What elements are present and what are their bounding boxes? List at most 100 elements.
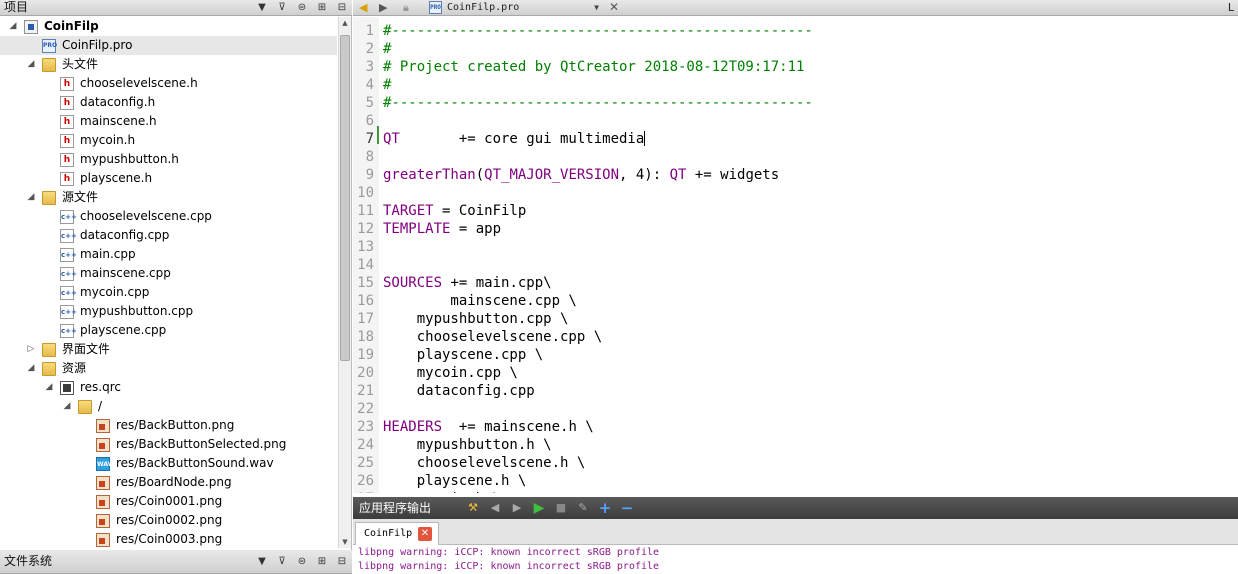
- tree-item[interactable]: c++ dataconfig.cpp: [0, 226, 337, 245]
- tree-item[interactable]: ◢ /: [0, 397, 337, 416]
- collapse-arrow-icon[interactable]: ◢: [8, 17, 18, 36]
- pro-file-icon: PRO: [429, 1, 442, 14]
- tree-item-label: 资源: [62, 361, 87, 375]
- tree-item[interactable]: ◢ 头文件: [0, 55, 337, 74]
- output-pane-header: 应用程序输出 ⚒ ◀ ▶ ▶ ■ ✎ + −: [353, 497, 1238, 519]
- close-panel-icon[interactable]: ⊟: [334, 1, 350, 14]
- code-keyword: HEADERS: [383, 419, 443, 435]
- tree-item[interactable]: c++ playscene.cpp: [0, 321, 337, 340]
- close-panel-icon[interactable]: ⊟: [334, 555, 350, 568]
- tree-item[interactable]: h playscene.h: [0, 169, 337, 188]
- collapse-arrow-icon[interactable]: ◢: [26, 55, 36, 74]
- tree-item[interactable]: h mypushbutton.h: [0, 150, 337, 169]
- scroll-up-icon[interactable]: ▲: [339, 17, 351, 29]
- collapse-arrow-icon[interactable]: ◢: [44, 378, 54, 397]
- close-document-icon[interactable]: ✕: [609, 0, 619, 15]
- tree-item-label: 头文件: [62, 57, 99, 71]
- tree-scrollbar[interactable]: ▲ ▼: [338, 17, 351, 548]
- cpp-file-icon: c++: [60, 305, 77, 319]
- png-file-icon: [96, 438, 110, 452]
- output-line: libpng warning: iCCP: known incorrect sR…: [358, 561, 660, 572]
- code-line: chooselevelscene.cpp \: [381, 328, 1238, 346]
- tree-item[interactable]: c++ mycoin.cpp: [0, 283, 337, 302]
- code-line: #: [381, 40, 1238, 58]
- tree-item[interactable]: PRO CoinFilp.pro: [0, 36, 337, 55]
- panel-dropdown-icon[interactable]: ▼: [254, 1, 270, 14]
- tree-item[interactable]: h chooselevelscene.h: [0, 74, 337, 93]
- code-text: += main.cpp\: [442, 275, 552, 291]
- tree-item[interactable]: ◢ 源文件: [0, 188, 337, 207]
- filter-icon[interactable]: ⊽: [274, 1, 290, 14]
- expand-arrow-icon[interactable]: ▷: [26, 340, 36, 359]
- split-icon[interactable]: ⊞: [314, 555, 330, 568]
- zoom-in-icon[interactable]: +: [597, 500, 613, 516]
- tree-item[interactable]: res/BackButtonSelected.png: [0, 435, 337, 454]
- previous-item-icon[interactable]: ◀: [487, 500, 503, 516]
- collapse-arrow-icon[interactable]: ◢: [26, 359, 36, 378]
- lock-icon[interactable]: 🔒︎: [403, 0, 409, 15]
- tree-item-label: CoinFilp.pro: [62, 38, 133, 52]
- tree-item[interactable]: res/BoardNode.png: [0, 473, 337, 492]
- code-text: chooselevelscene.h \: [383, 455, 586, 471]
- tree-item[interactable]: res/Coin0003.png: [0, 530, 337, 548]
- line-number: 16: [357, 293, 374, 309]
- back-arrow-icon[interactable]: ◀: [359, 0, 367, 15]
- scrollbar-thumb[interactable]: [340, 35, 350, 361]
- tree-item[interactable]: c++ chooselevelscene.cpp: [0, 207, 337, 226]
- link-icon[interactable]: ⊜: [294, 555, 310, 568]
- clear-output-icon[interactable]: ✎: [575, 500, 591, 516]
- tree-item-label: chooselevelscene.cpp: [80, 209, 212, 223]
- code-line: # Project created by QtCreator 2018-08-1…: [381, 58, 1238, 76]
- tree-item-label: 界面文件: [62, 342, 111, 356]
- tree-item[interactable]: c++ mypushbutton.cpp: [0, 302, 337, 321]
- tree-item[interactable]: c++ main.cpp: [0, 245, 337, 264]
- code-line: mypushbutton.cpp \: [381, 310, 1238, 328]
- tree-item-label: playscene.h: [80, 171, 153, 185]
- tree-item[interactable]: c++ mainscene.cpp: [0, 264, 337, 283]
- next-item-icon[interactable]: ▶: [509, 500, 525, 516]
- code-text: mycoin.h \: [383, 491, 501, 493]
- code-line: TEMPLATE = app: [381, 220, 1238, 238]
- collapse-arrow-icon[interactable]: ◢: [62, 397, 72, 416]
- stop-icon[interactable]: ■: [553, 500, 569, 516]
- tree-item[interactable]: ◢ res.qrc: [0, 378, 337, 397]
- code-line: QT += core gui multimedia: [381, 130, 1238, 148]
- link-icon[interactable]: ⊜: [294, 1, 310, 14]
- header-file-icon: h: [60, 115, 74, 129]
- cpp-file-icon: c++: [60, 286, 77, 300]
- tree-item[interactable]: res/Coin0001.png: [0, 492, 337, 511]
- split-icon[interactable]: ⊞: [314, 1, 330, 14]
- tree-item[interactable]: ◢ 资源: [0, 359, 337, 378]
- collapse-arrow-icon[interactable]: ◢: [26, 188, 36, 207]
- document-selector[interactable]: PRO CoinFilp.pro ▼: [427, 0, 603, 15]
- line-number: 15: [357, 275, 374, 291]
- line-number: 3: [365, 59, 374, 75]
- scroll-down-icon[interactable]: ▼: [339, 536, 351, 548]
- forward-arrow-icon[interactable]: ▶: [379, 0, 387, 15]
- tree-item-label: mainscene.cpp: [80, 266, 171, 280]
- tree-item[interactable]: WAV res/BackButtonSound.wav: [0, 454, 337, 473]
- tree-item[interactable]: h mainscene.h: [0, 112, 337, 131]
- tree-item-label: main.cpp: [80, 247, 136, 261]
- source-folder-icon: [42, 191, 56, 205]
- tree-item[interactable]: ▷ 界面文件: [0, 340, 337, 359]
- code-keyword: TARGET: [383, 203, 434, 219]
- tree-item[interactable]: res/BackButton.png: [0, 416, 337, 435]
- zoom-out-icon[interactable]: −: [619, 500, 635, 516]
- attach-debugger-icon[interactable]: ⚒: [465, 500, 481, 516]
- panel-dropdown-icon[interactable]: ▼: [254, 555, 270, 568]
- run-icon[interactable]: ▶: [531, 500, 547, 516]
- code-text: = CoinFilp: [433, 203, 527, 219]
- tree-item[interactable]: res/Coin0002.png: [0, 511, 337, 530]
- close-tab-icon[interactable]: ✕: [418, 527, 432, 541]
- tree-item[interactable]: ◢ CoinFilp: [0, 17, 337, 36]
- code-editor[interactable]: #---------------------------------------…: [381, 17, 1238, 493]
- output-tab[interactable]: CoinFilp ✕: [355, 522, 439, 545]
- tree-item[interactable]: h dataconfig.h: [0, 93, 337, 112]
- filter-icon[interactable]: ⊽: [274, 555, 290, 568]
- code-text: dataconfig.cpp: [383, 383, 535, 399]
- editor-toolbar: ◀ ▶ 🔒︎ PRO CoinFilp.pro ▼ ✕ L: [353, 0, 1238, 16]
- tree-item[interactable]: h mycoin.h: [0, 131, 337, 150]
- qt-creator-window: 项目 ▼ ⊽ ⊜ ⊞ ⊟ ◢ CoinFilp PRO CoinFilp.pro ◢ 头文…: [0, 0, 1238, 574]
